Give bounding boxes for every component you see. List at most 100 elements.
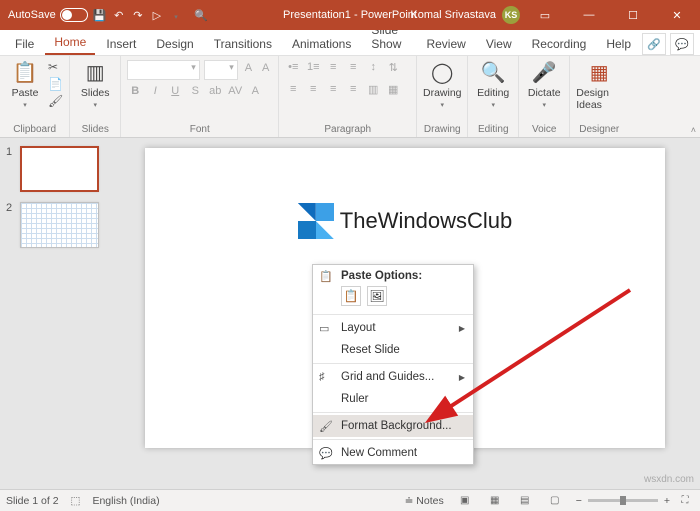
notes-button[interactable]: ≐ Notes xyxy=(405,495,444,507)
paste-icon: 📋 xyxy=(13,60,38,85)
align-left-icon[interactable]: ≡ xyxy=(285,82,301,100)
close-icon[interactable]: ✕ xyxy=(658,0,696,30)
indent-inc-icon[interactable]: ≡ xyxy=(345,60,361,78)
zoom-slider[interactable] xyxy=(588,499,658,502)
tab-insert[interactable]: Insert xyxy=(97,33,145,55)
tab-animations[interactable]: Animations xyxy=(283,33,360,55)
collapse-ribbon-icon[interactable]: ˄ xyxy=(691,125,696,135)
ribbon-display-icon[interactable]: ▭ xyxy=(526,0,564,30)
qat-more-icon[interactable]: ▾ xyxy=(168,13,184,21)
group-drawing: ◯ Drawing ▾ Drawing xyxy=(417,56,468,137)
tab-view[interactable]: View xyxy=(477,33,521,55)
user-avatar[interactable]: KS xyxy=(502,6,520,24)
italic-icon[interactable]: I xyxy=(147,84,163,102)
tab-help[interactable]: Help xyxy=(597,33,640,55)
maximize-icon[interactable]: ☐ xyxy=(614,0,652,30)
ctx-layout[interactable]: ▭ Layout ▶ xyxy=(313,317,473,339)
ribbon: 📋 Paste ▾ ✂ 📄 🖌 Clipboard ▥ Slides ▾ Sli… xyxy=(0,56,700,138)
line-spacing-icon[interactable]: ↕ xyxy=(365,60,381,78)
underline-icon[interactable]: U xyxy=(167,84,183,102)
tab-design[interactable]: Design xyxy=(147,33,202,55)
align-right-icon[interactable]: ≡ xyxy=(325,82,341,100)
shadow-icon[interactable]: ab xyxy=(207,84,223,102)
tab-file[interactable]: File xyxy=(6,33,43,55)
format-painter-icon[interactable]: 🖌 xyxy=(48,94,63,108)
redo-icon[interactable]: ↷ xyxy=(130,9,146,22)
dictate-label: Dictate xyxy=(528,87,561,99)
tab-review[interactable]: Review xyxy=(417,33,474,55)
slide-sorter-icon[interactable]: ▦ xyxy=(486,493,504,509)
numbering-icon[interactable]: 1≡ xyxy=(305,60,321,78)
search-icon[interactable]: 🔍 xyxy=(194,9,208,22)
copy-icon[interactable]: 📄 xyxy=(48,77,63,91)
autosave-switch[interactable] xyxy=(60,8,88,22)
group-voice: 🎤 Dictate ▾ Voice xyxy=(519,56,570,137)
thumb-1-preview[interactable] xyxy=(20,146,99,192)
autosave-toggle[interactable]: AutoSave xyxy=(8,8,88,22)
normal-view-icon[interactable]: ▣ xyxy=(456,493,474,509)
voice-group-label: Voice xyxy=(525,122,563,135)
bullets-icon[interactable]: •≡ xyxy=(285,60,301,78)
paste-use-destination-icon[interactable]: 📋 xyxy=(341,286,361,306)
language-status[interactable]: English (India) xyxy=(92,495,159,507)
decrease-font-icon[interactable]: A xyxy=(259,61,272,79)
slides-button[interactable]: ▥ Slides ▾ xyxy=(76,60,114,109)
editing-group-label: Editing xyxy=(474,122,512,135)
grid-icon: ♯ xyxy=(319,371,325,383)
thumbnail-1[interactable]: 1 xyxy=(6,146,99,192)
text-direction-icon[interactable]: ⇅ xyxy=(385,60,401,78)
slide-thumbnails-pane[interactable]: 1 2 xyxy=(0,138,105,489)
minimize-icon[interactable]: — xyxy=(570,0,608,30)
accessibility-icon[interactable]: ⬚ xyxy=(71,495,81,507)
design-ideas-button[interactable]: ▦ Design Ideas xyxy=(576,60,622,111)
ctx-ruler[interactable]: Ruler xyxy=(313,388,473,410)
columns-icon[interactable]: ▥ xyxy=(365,82,381,100)
thumbnail-2[interactable]: 2 xyxy=(6,202,99,248)
slides-group-label: Slides xyxy=(76,122,114,135)
bold-icon[interactable]: B xyxy=(127,84,143,102)
ctx-new-comment[interactable]: 💬 New Comment xyxy=(313,442,473,464)
justify-icon[interactable]: ≡ xyxy=(345,82,361,100)
font-family-select[interactable] xyxy=(127,60,200,80)
tab-recording[interactable]: Recording xyxy=(523,33,596,55)
undo-icon[interactable]: ↶ xyxy=(111,9,127,22)
strike-icon[interactable]: S xyxy=(187,84,203,102)
tab-transitions[interactable]: Transitions xyxy=(205,33,281,55)
paste-button[interactable]: 📋 Paste ▾ xyxy=(6,60,44,109)
smartart-icon[interactable]: ▦ xyxy=(385,82,401,100)
spacing-icon[interactable]: AV xyxy=(227,84,243,102)
fit-to-window-icon[interactable]: ⛶ xyxy=(676,493,694,509)
ctx-format-background[interactable]: 🖌 Format Background... xyxy=(313,415,473,437)
zoom-in-icon[interactable]: + xyxy=(664,495,670,507)
title-bar: AutoSave 💾 ↶ ↷ ▷ ▾ Presentation1 - Power… xyxy=(0,0,700,30)
align-center-icon[interactable]: ≡ xyxy=(305,82,321,100)
start-from-beginning-icon[interactable]: ▷ xyxy=(149,9,165,22)
title-left: AutoSave 💾 ↶ ↷ ▷ ▾ xyxy=(0,8,184,22)
zoom-out-icon[interactable]: − xyxy=(576,495,582,507)
thumb-2-preview[interactable] xyxy=(20,202,99,248)
dictate-button[interactable]: 🎤 Dictate ▾ xyxy=(525,60,563,109)
slide-position[interactable]: Slide 1 of 2 xyxy=(6,495,59,507)
cut-icon[interactable]: ✂ xyxy=(48,60,63,74)
format-bg-icon: 🖌 xyxy=(319,420,333,433)
drawing-button[interactable]: ◯ Drawing ▾ xyxy=(423,60,461,109)
indent-dec-icon[interactable]: ≡ xyxy=(325,60,341,78)
thumb-1-number: 1 xyxy=(6,146,16,192)
increase-font-icon[interactable]: A xyxy=(242,61,255,79)
slideshow-view-icon[interactable]: ▢ xyxy=(546,493,564,509)
document-title: Presentation1 - PowerPoint xyxy=(283,9,417,21)
font-size-select[interactable] xyxy=(204,60,238,80)
ctx-reset-slide-label: Reset Slide xyxy=(341,344,400,356)
ctx-grid-guides[interactable]: ♯ Grid and Guides... ▶ xyxy=(313,366,473,388)
comments-icon[interactable]: 💬 xyxy=(670,33,694,55)
design-ideas-icon: ▦ xyxy=(590,60,609,85)
share-icon[interactable]: 🔗 xyxy=(642,33,666,55)
reading-view-icon[interactable]: ▤ xyxy=(516,493,534,509)
paste-picture-icon[interactable]: 🖼 xyxy=(367,286,387,306)
paste-label: Paste xyxy=(12,87,39,99)
editing-button[interactable]: 🔍 Editing ▾ xyxy=(474,60,512,109)
font-color-icon[interactable]: A xyxy=(247,84,263,102)
save-icon[interactable]: 💾 xyxy=(92,9,108,22)
tab-home[interactable]: Home xyxy=(45,31,95,55)
ctx-reset-slide[interactable]: Reset Slide xyxy=(313,339,473,361)
